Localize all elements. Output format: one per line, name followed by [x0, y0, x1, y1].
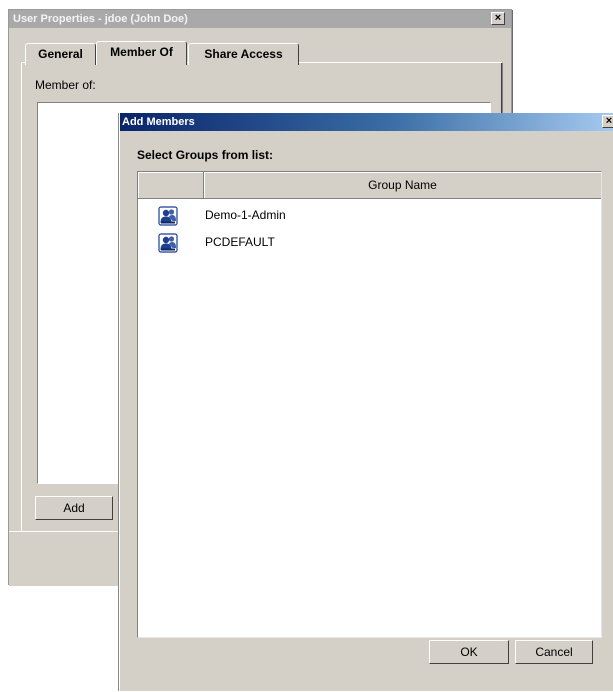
groups-table: Group Name Demo-1-Admin PCDEFAULT: [137, 171, 602, 638]
tab-share-access[interactable]: Share Access: [188, 43, 299, 65]
add-members-title: Add Members: [122, 116, 195, 128]
add-members-title-bar[interactable]: Add Members: [120, 113, 613, 131]
group-name-column-header[interactable]: Group Name: [204, 172, 601, 198]
add-members-close-button[interactable]: ×: [602, 115, 613, 128]
group-icon: [158, 206, 178, 226]
select-groups-label: Select Groups from list:: [137, 148, 274, 162]
groups-table-header: Group Name: [138, 172, 601, 199]
table-row[interactable]: Demo-1-Admin: [138, 202, 601, 229]
member-of-label: Member of:: [35, 78, 96, 92]
group-name: PCDEFAULT: [205, 235, 275, 249]
table-row[interactable]: PCDEFAULT: [138, 229, 601, 256]
add-button[interactable]: Add: [35, 496, 113, 520]
user-properties-close-button[interactable]: ×: [491, 12, 505, 25]
tab-member-of[interactable]: Member Of: [96, 41, 187, 65]
user-properties-title-bar[interactable]: User Properties - jdoe (John Doe): [9, 10, 511, 28]
ok-button[interactable]: OK: [429, 640, 509, 664]
tab-general[interactable]: General: [25, 43, 96, 65]
cancel-button[interactable]: Cancel: [515, 640, 593, 664]
group-icon: [158, 233, 178, 253]
user-properties-title: User Properties - jdoe (John Doe): [13, 13, 188, 25]
icon-column-header[interactable]: [138, 172, 204, 198]
close-icon: ×: [605, 115, 613, 127]
close-icon: ×: [494, 12, 502, 24]
group-name: Demo-1-Admin: [205, 208, 286, 222]
add-members-dialog: Add Members × Select Groups from list: G…: [119, 113, 613, 691]
